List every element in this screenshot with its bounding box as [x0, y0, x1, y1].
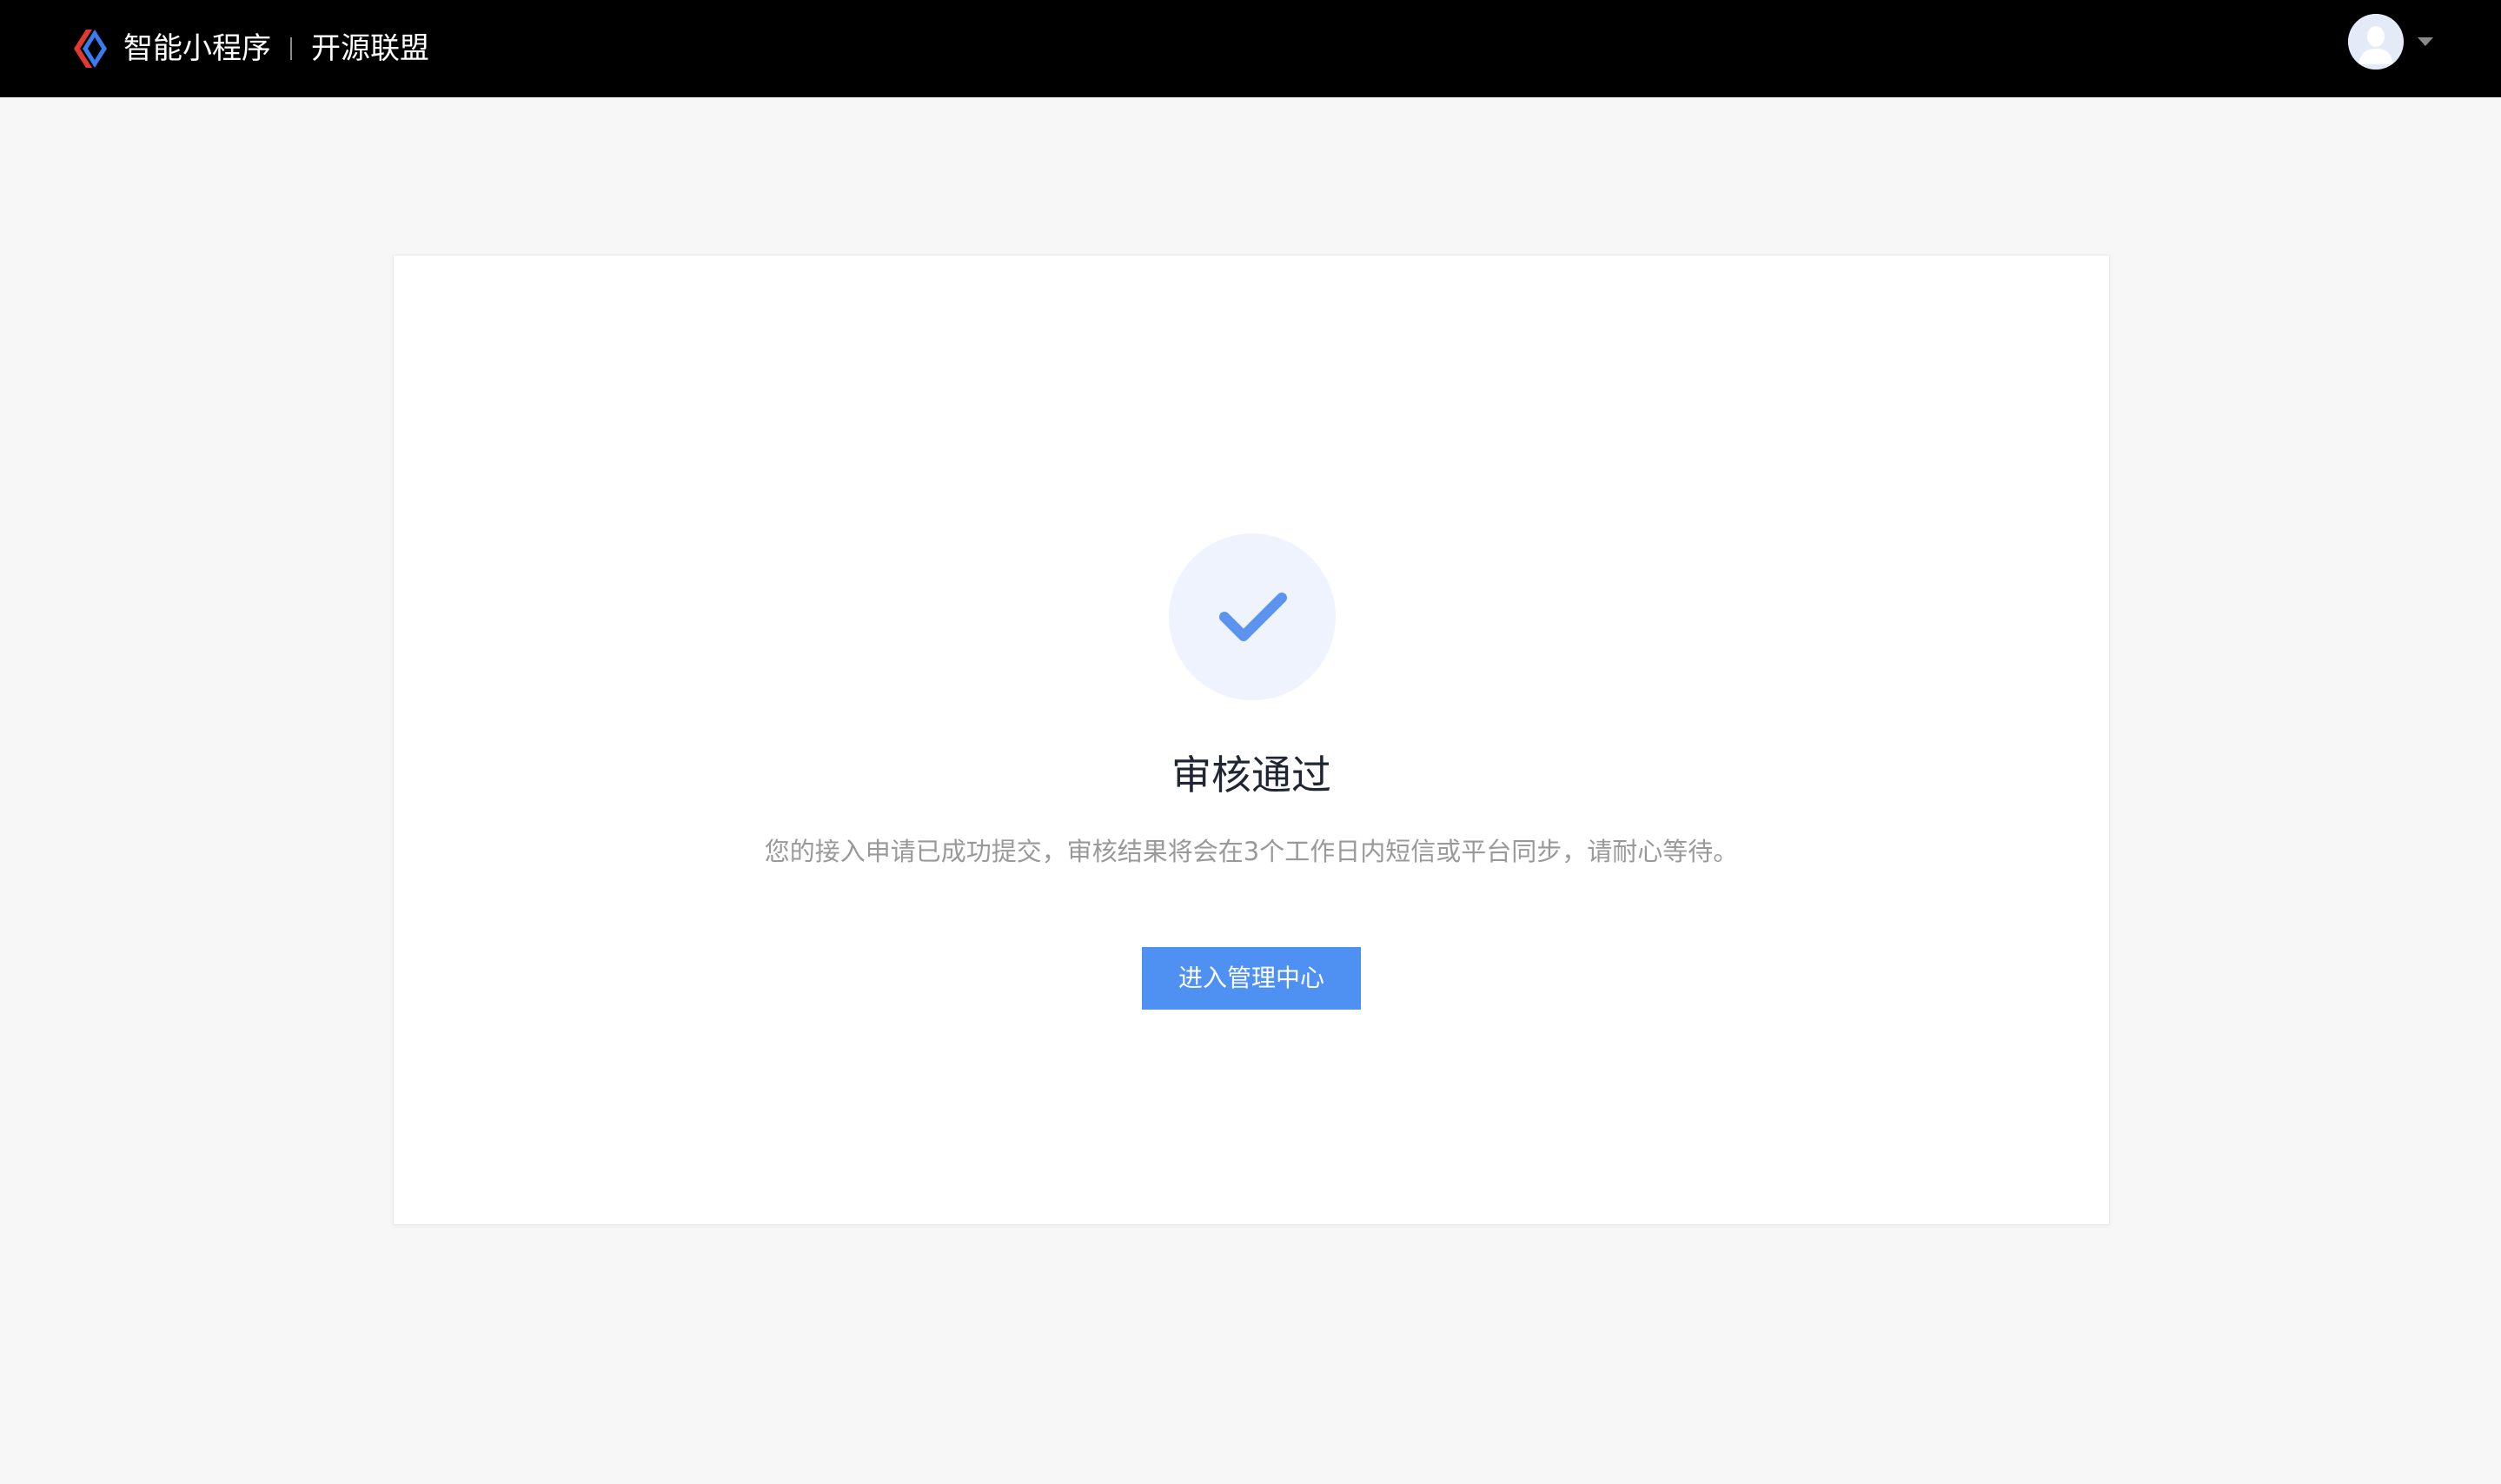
brand-name: 智能小程序 — [123, 31, 271, 66]
brand[interactable]: 智能小程序 开源联盟 — [68, 24, 429, 73]
result-title: 审核通过 — [1171, 752, 1331, 798]
caret-down-icon[interactable] — [2418, 37, 2433, 46]
user-avatar-icon[interactable] — [2348, 14, 2404, 70]
top-navbar: 智能小程序 开源联盟 — [0, 0, 2501, 97]
result-card: 审核通过 您的接入申请已成功提交，审核结果将会在3个工作日内短信或平台同步，请耐… — [393, 255, 2110, 1225]
user-menu[interactable] — [2348, 13, 2433, 70]
brand-divider — [290, 37, 292, 60]
logo-icon — [74, 30, 107, 68]
check-icon — [1219, 593, 1287, 641]
enter-management-center-button[interactable]: 进入管理中心 — [1142, 947, 1361, 1010]
brand-subtitle: 开源联盟 — [311, 31, 429, 66]
status-badge — [1169, 533, 1336, 700]
result-description: 您的接入申请已成功提交，审核结果将会在3个工作日内短信或平台同步，请耐心等待。 — [764, 837, 1739, 866]
